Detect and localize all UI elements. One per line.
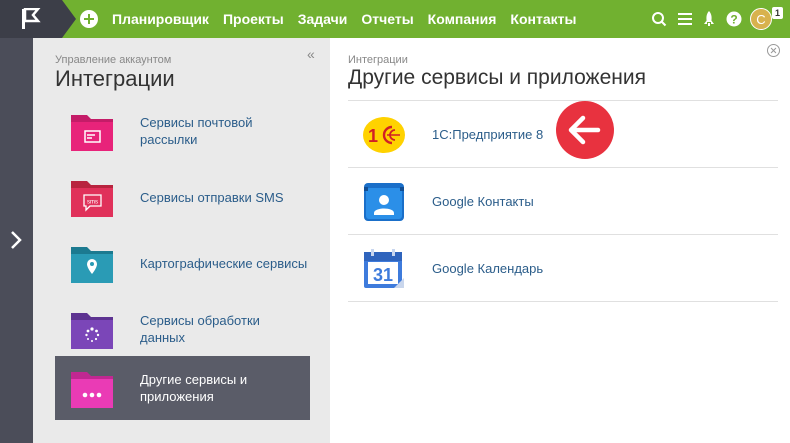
service-google-contacts[interactable]: Google Контакты <box>348 168 778 235</box>
menu-item-label: Сервисы почтовой рассылки <box>140 115 253 147</box>
menu-item-label: Картографические сервисы <box>140 255 308 271</box>
close-icon[interactable] <box>767 44 780 57</box>
nav-reports[interactable]: Отчеты <box>361 11 413 27</box>
data-folder-icon <box>71 313 113 349</box>
menu-item-sms[interactable]: sms Сервисы отправки SMS <box>55 165 310 229</box>
arrow-left-icon <box>568 115 601 145</box>
arrow-callout <box>556 101 614 159</box>
notification-badge: 1 <box>772 7 783 19</box>
avatar[interactable]: C <box>750 8 772 30</box>
nav-company[interactable]: Компания <box>428 11 497 27</box>
service-google-calendar[interactable]: 31 Google Календарь <box>348 235 778 302</box>
logo[interactable] <box>0 0 62 38</box>
google-contacts-icon <box>364 183 404 221</box>
panel-title: Интеграции <box>55 66 175 91</box>
menu-item-data-processing[interactable]: Сервисы обработки данных <box>55 297 310 361</box>
service-label: Google Календарь <box>432 260 544 276</box>
nav-contacts[interactable]: Контакты <box>510 11 576 27</box>
add-button[interactable] <box>80 10 98 28</box>
service-label: Google Контакты <box>432 193 534 209</box>
menu-item-label: Другие сервисы и приложения <box>140 372 248 404</box>
nav-projects[interactable]: Проекты <box>223 11 284 27</box>
panel-subtitle: Интеграции <box>348 54 408 66</box>
flag-logo-icon <box>22 8 41 29</box>
menu-item-mailing[interactable]: Сервисы почтовой рассылки <box>55 99 310 163</box>
logo-notch <box>62 0 76 38</box>
chevron-right-icon[interactable] <box>8 230 24 250</box>
other-folder-icon <box>71 372 113 408</box>
menu-icon[interactable] <box>677 11 693 27</box>
service-label: 1С:Предприятие 8 <box>432 126 544 142</box>
menu-item-label: Сервисы отправки SMS <box>140 189 284 205</box>
svg-text:1: 1 <box>368 126 378 146</box>
sms-folder-icon: sms <box>71 181 113 217</box>
map-folder-icon <box>71 247 113 283</box>
1c-logo-icon: 1 <box>363 117 405 153</box>
google-calendar-icon: 31 <box>364 249 404 288</box>
rocket-icon[interactable] <box>702 11 716 27</box>
menu-item-label: Сервисы обработки данных <box>140 313 260 345</box>
menu-item-other-services[interactable]: Другие сервисы и приложения <box>55 356 310 420</box>
search-icon[interactable] <box>651 11 667 27</box>
collapse-panel-icon[interactable]: « <box>307 46 315 62</box>
panel-title: Другие сервисы и приложения <box>348 66 646 89</box>
side-rail <box>0 38 33 443</box>
nav-tasks[interactable]: Задачи <box>298 11 348 27</box>
mail-folder-icon <box>71 115 113 151</box>
menu-item-maps[interactable]: Картографические сервисы <box>55 231 310 295</box>
svg-text:sms: sms <box>87 200 98 206</box>
nav-planner[interactable]: Планировщик <box>112 11 209 27</box>
main-nav: Планировщик Проекты Задачи Отчеты Компан… <box>112 0 590 38</box>
integrations-menu-panel: « Управление аккаунтом Интеграции Сервис… <box>33 38 330 443</box>
panel-subtitle: Управление аккаунтом <box>55 54 172 66</box>
top-bar: Планировщик Проекты Задачи Отчеты Компан… <box>0 0 790 38</box>
services-panel: Интеграции Другие сервисы и приложения 1… <box>330 38 790 443</box>
svg-text:?: ? <box>730 13 737 27</box>
svg-text:31: 31 <box>373 265 393 285</box>
help-icon[interactable]: ? <box>726 11 742 27</box>
